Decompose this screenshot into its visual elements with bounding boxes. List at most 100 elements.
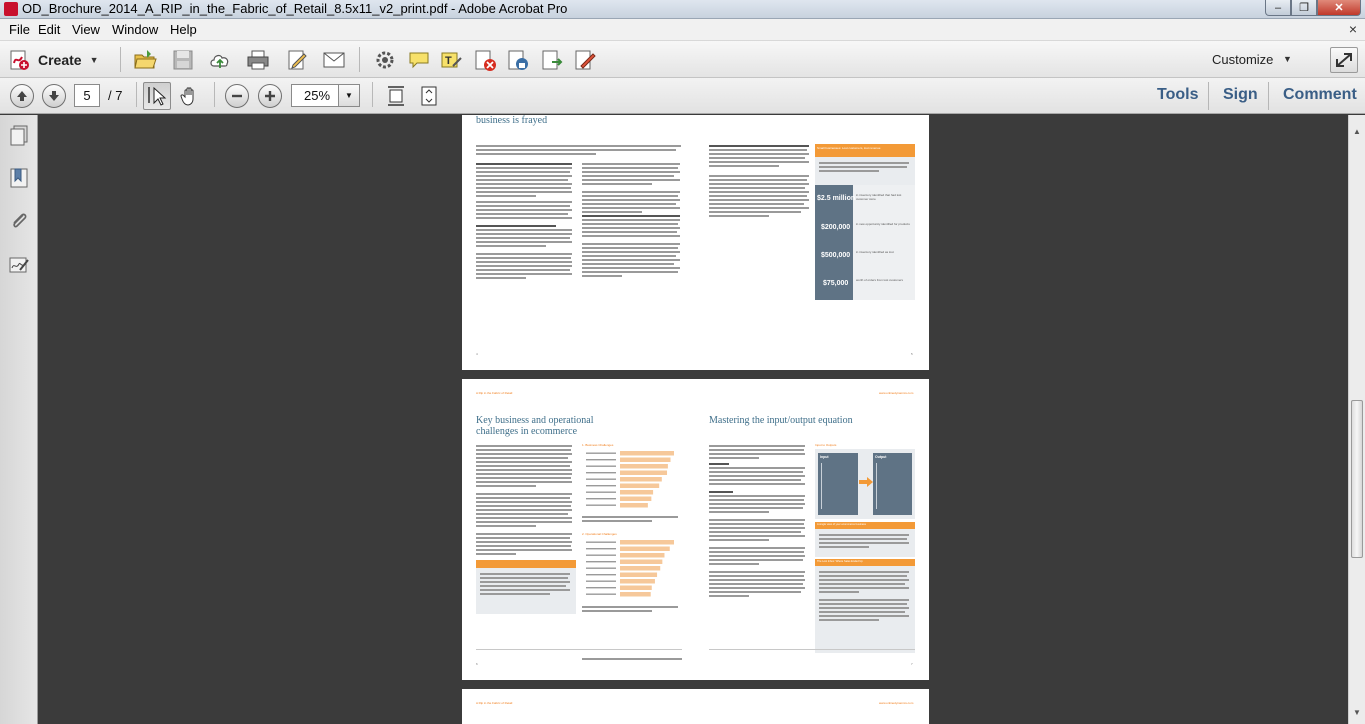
cloud-upload-icon[interactable] (208, 48, 232, 72)
stat-value: $200,000 (821, 224, 851, 231)
hand-tool-button[interactable] (176, 82, 204, 110)
restore-button[interactable]: ❐ (1291, 0, 1317, 16)
customize-menu[interactable]: Customize (1212, 52, 1273, 67)
print-icon[interactable] (246, 48, 270, 72)
business-challenges-bar-chart (586, 451, 674, 508)
attachments-paperclip-icon[interactable] (8, 210, 30, 232)
stat-description: worth of orders from lost customers (856, 278, 904, 282)
running-head: www.onlinedynamics.com (879, 701, 914, 705)
menu-file[interactable]: File (9, 22, 30, 37)
chart-title: 1. Business Challenges (582, 443, 614, 447)
comment-pane-button[interactable]: Comment (1283, 86, 1357, 104)
create-button[interactable]: Create ▼ (8, 46, 112, 73)
input-panel: Input (818, 453, 858, 515)
bar-operational-challenge (620, 592, 651, 597)
scrollbar-thumb[interactable] (1351, 400, 1363, 558)
stat-value: $75,000 (823, 280, 849, 287)
menu-edit[interactable]: Edit (38, 22, 60, 37)
fit-page-icon (421, 86, 437, 106)
menu-view[interactable]: View (72, 22, 100, 37)
fit-page-button[interactable] (415, 82, 443, 110)
document-view[interactable]: business is frayed Small businesses: Los… (39, 115, 1348, 724)
export-document-icon[interactable] (540, 48, 564, 72)
sign-pane-button[interactable]: Sign (1223, 86, 1258, 104)
stat-value: $2.5 million (817, 195, 856, 202)
delete-document-icon[interactable] (473, 48, 497, 72)
navigation-pane (0, 115, 38, 724)
settings-gear-icon[interactable] (373, 48, 397, 72)
vertical-scrollbar[interactable]: ▲ ▼ (1348, 115, 1365, 724)
previous-page-button[interactable] (10, 84, 34, 108)
scroll-up-button[interactable]: ▲ (1349, 123, 1365, 139)
bar-label-operational-challenge (586, 574, 616, 576)
signatures-icon[interactable] (8, 254, 30, 276)
page-spread-4-5: business is frayed Small businesses: Los… (462, 115, 929, 370)
bar-label-business-challenge (586, 465, 616, 467)
bar-label-operational-challenge (586, 593, 616, 595)
plus-icon (265, 91, 275, 101)
bar-operational-challenge (620, 572, 658, 577)
sidebar-heading-bar: Small businesses: Lost customers, lost r… (815, 144, 915, 157)
minimize-button[interactable]: – (1265, 0, 1291, 16)
highlight-text-icon[interactable]: T (439, 48, 463, 72)
main-toolbar: Create ▼ T Customize ▼ (0, 41, 1365, 78)
save-disk-icon[interactable] (171, 48, 195, 72)
zoom-dropdown-button[interactable]: ▼ (339, 84, 360, 107)
menu-window[interactable]: Window (112, 22, 158, 37)
sign-document-icon[interactable] (573, 48, 597, 72)
sidebar-heading: Small businesses: Lost customers, lost r… (817, 146, 881, 150)
page-folio: 7 (911, 662, 913, 666)
next-page-button[interactable] (42, 84, 66, 108)
menu-help[interactable]: Help (170, 22, 197, 37)
bookmarks-icon[interactable] (8, 167, 30, 189)
bar-business-challenge (620, 464, 668, 469)
tools-pane-button[interactable]: Tools (1157, 86, 1198, 104)
email-icon[interactable] (322, 48, 346, 72)
expand-arrows-icon (1336, 53, 1352, 67)
feature-box (815, 529, 915, 557)
menu-bar: File Edit View Window Help × (0, 19, 1365, 41)
svg-text:T: T (445, 55, 452, 67)
window-title: OD_Brochure_2014_A_RIP_in_the_Fabric_of_… (22, 1, 568, 16)
scrolling-mode-button[interactable] (382, 82, 410, 110)
open-folder-icon[interactable] (133, 48, 157, 72)
stat-description: in inventory identified that had lost cu… (856, 193, 902, 201)
bar-business-challenge (620, 470, 668, 475)
callout-box (476, 568, 576, 614)
stat-description: in new opportunity identified for produc… (856, 222, 910, 226)
bar-operational-challenge (620, 566, 661, 571)
quote-box (815, 566, 915, 653)
operational-challenges-bar-chart (586, 540, 674, 597)
toolbar-divider (136, 82, 137, 107)
edit-document-icon[interactable] (285, 48, 309, 72)
secure-document-icon[interactable] (506, 48, 530, 72)
navigation-toolbar: 5 / 7 25% ▼ Tools Sign Comment (0, 78, 1365, 114)
diagram-title: Input to Outputs (815, 443, 837, 447)
bar-business-challenge (620, 451, 674, 456)
bar-label-business-challenge (586, 485, 616, 487)
zoom-level-input[interactable]: 25% (291, 84, 339, 107)
page-heading-line: challenges in ecommerce (476, 426, 578, 437)
window-title-bar: OD_Brochure_2014_A_RIP_in_the_Fabric_of_… (0, 0, 1365, 19)
page-folio: 4 (476, 352, 478, 356)
scroll-down-button[interactable]: ▼ (1349, 704, 1365, 720)
close-document-button[interactable]: × (1349, 21, 1357, 37)
bar-label-business-challenge (586, 478, 616, 480)
bar-operational-challenge (620, 546, 670, 551)
comment-bubble-icon[interactable] (407, 48, 431, 72)
expand-view-button[interactable] (1330, 47, 1358, 73)
page-thumbnails-icon[interactable] (8, 124, 30, 146)
close-window-button[interactable]: ✕ (1317, 0, 1361, 16)
zoom-in-button[interactable] (258, 84, 282, 108)
acrobat-app-icon (4, 2, 18, 16)
footer-rule (709, 649, 915, 650)
window-controls: – ❐ ✕ (1265, 0, 1361, 18)
page-scroll-icon (388, 86, 404, 106)
zoom-out-button[interactable] (225, 84, 249, 108)
right-arrow-icon (859, 477, 873, 487)
input-output-diagram: Input Output (815, 449, 915, 519)
page-heading: Key business and operational challenges … (476, 415, 593, 437)
toolbar-divider (372, 82, 373, 107)
select-tool-button[interactable] (143, 82, 171, 110)
page-number-input[interactable]: 5 (74, 84, 100, 107)
